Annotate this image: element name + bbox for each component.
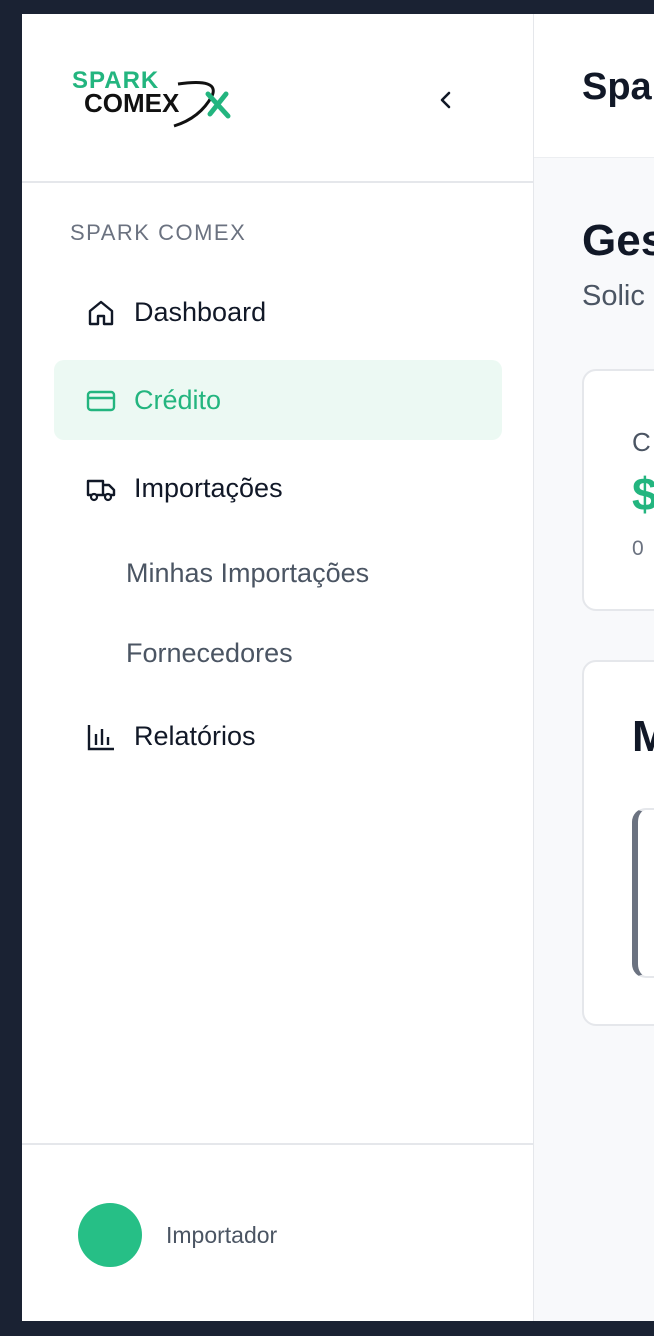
sidebar-item-relatorios[interactable]: Relatórios	[54, 696, 502, 776]
card-label: C	[632, 427, 651, 457]
card-value: $	[632, 468, 654, 520]
sidebar-item-label: Crédito	[134, 384, 222, 415]
svg-text:COMEX: COMEX	[84, 88, 180, 118]
top-bar: Spa	[534, 14, 654, 158]
truck-icon	[86, 479, 116, 502]
content-card: M	[582, 660, 654, 1026]
sidebar-item-importacoes[interactable]: Importações	[54, 448, 502, 528]
avatar[interactable]	[78, 1203, 142, 1267]
sidebar-item-label: Importações	[134, 472, 283, 503]
credit-card-icon	[86, 390, 116, 412]
sidebar-item-credito[interactable]: Crédito	[54, 360, 502, 440]
spark-comex-logo: SPARK COMEX	[72, 67, 231, 128]
app-title: Spa	[582, 66, 652, 108]
app-frame: SPARK COMEX SPARK COMEX Dashboard Crédit…	[22, 14, 654, 1321]
card-title: M	[632, 712, 654, 761]
sidebar-item-label: Relatórios	[134, 720, 256, 751]
sidebar-footer: Importador	[22, 1143, 534, 1321]
bar-chart-icon	[87, 725, 114, 751]
chevron-left-icon	[440, 91, 451, 109]
user-role: Importador	[166, 1222, 278, 1248]
sidebar: SPARK COMEX SPARK COMEX Dashboard Crédit…	[22, 14, 534, 1321]
credit-summary-card: C $ 0	[582, 369, 654, 611]
sidebar-subitem-minhas-importacoes[interactable]: Minhas Importações	[126, 558, 369, 589]
sidebar-section-title: SPARK COMEX	[70, 220, 247, 245]
sidebar-item-dashboard[interactable]: Dashboard	[54, 272, 502, 352]
sidebar-subitem-fornecedores[interactable]: Fornecedores	[126, 638, 293, 669]
home-icon	[88, 300, 114, 326]
inner-panel	[632, 808, 654, 978]
page-title: Ges	[582, 216, 654, 265]
sidebar-item-label: Dashboard	[134, 296, 267, 327]
page-subtitle: Solic	[582, 280, 645, 312]
sidebar-header: SPARK COMEX	[22, 14, 534, 183]
collapse-sidebar-button[interactable]	[428, 82, 464, 118]
card-count: 0	[632, 537, 644, 560]
